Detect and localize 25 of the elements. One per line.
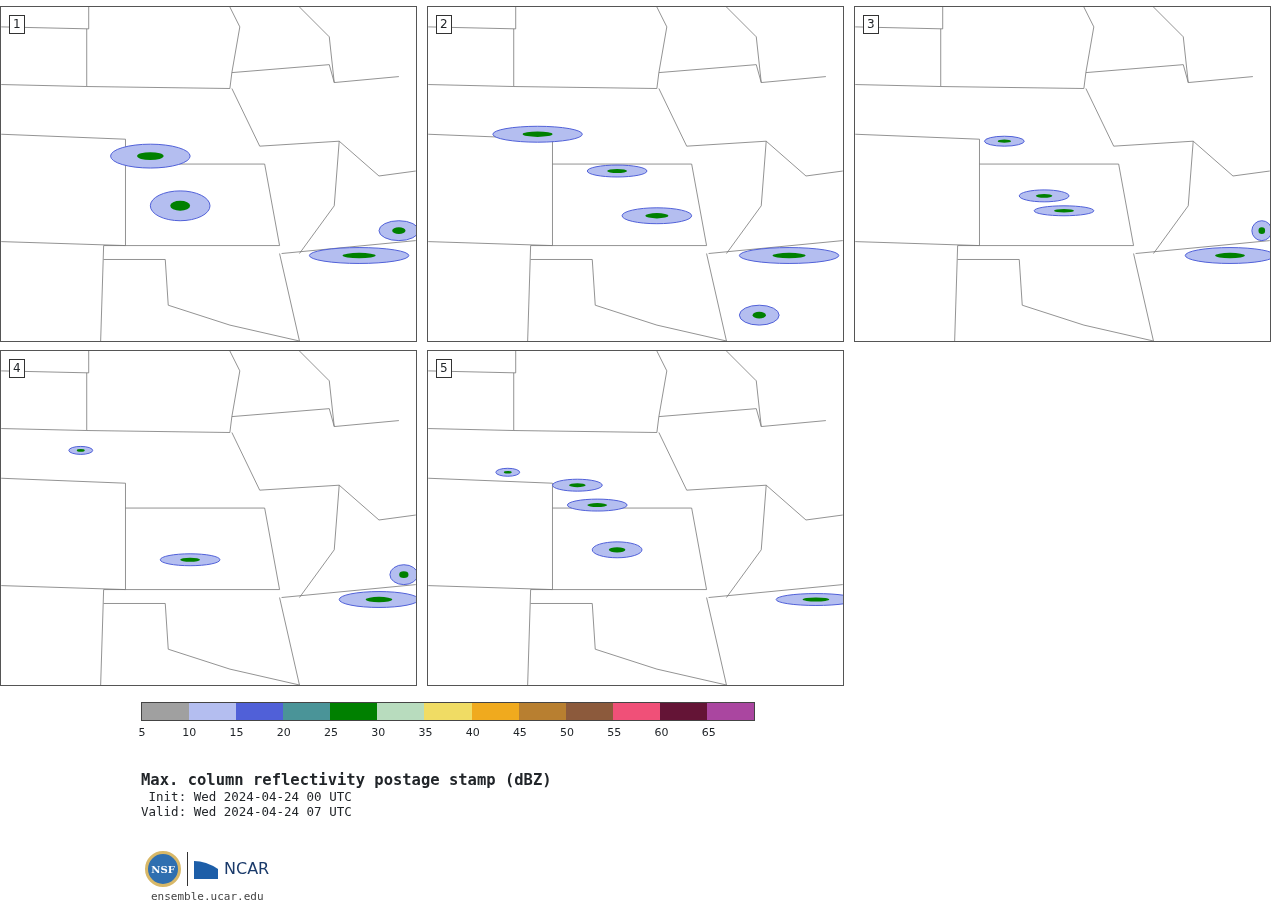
- panel-number: 4: [9, 359, 25, 378]
- site-url: ensemble.ucar.edu: [151, 889, 265, 901]
- tick-label: 20: [276, 725, 291, 741]
- panel-number: 3: [863, 15, 879, 34]
- tick-label: 45: [512, 725, 527, 741]
- tick-label: 30: [371, 725, 386, 741]
- tick-label: 65: [701, 725, 716, 741]
- logo-text: NCAR: [224, 858, 270, 880]
- tick-label: 10: [182, 725, 197, 741]
- tick-label: 5: [138, 725, 146, 741]
- init-time-text: Init: Wed 2024-04-24 00 UTC: [147, 789, 353, 804]
- seal-logo: NSF: [145, 851, 181, 887]
- tick-label: 40: [465, 725, 480, 741]
- tick-label: 35: [418, 725, 433, 741]
- panel-number: 2: [436, 15, 452, 34]
- panel-number: 1: [9, 15, 25, 34]
- tick-label: 25: [323, 725, 338, 741]
- tick-label: 60: [654, 725, 669, 741]
- tick-label: 15: [229, 725, 244, 741]
- panel-number: 5: [436, 359, 452, 378]
- tick-label: 50: [560, 725, 575, 741]
- tick-label: 55: [607, 725, 622, 741]
- valid-time-text: Valid: Wed 2024-04-24 07 UTC: [141, 804, 353, 819]
- chart-title: Max. column reflectivity postage stamp (dBZ): [141, 771, 553, 789]
- wave-logo-icon: [194, 859, 218, 879]
